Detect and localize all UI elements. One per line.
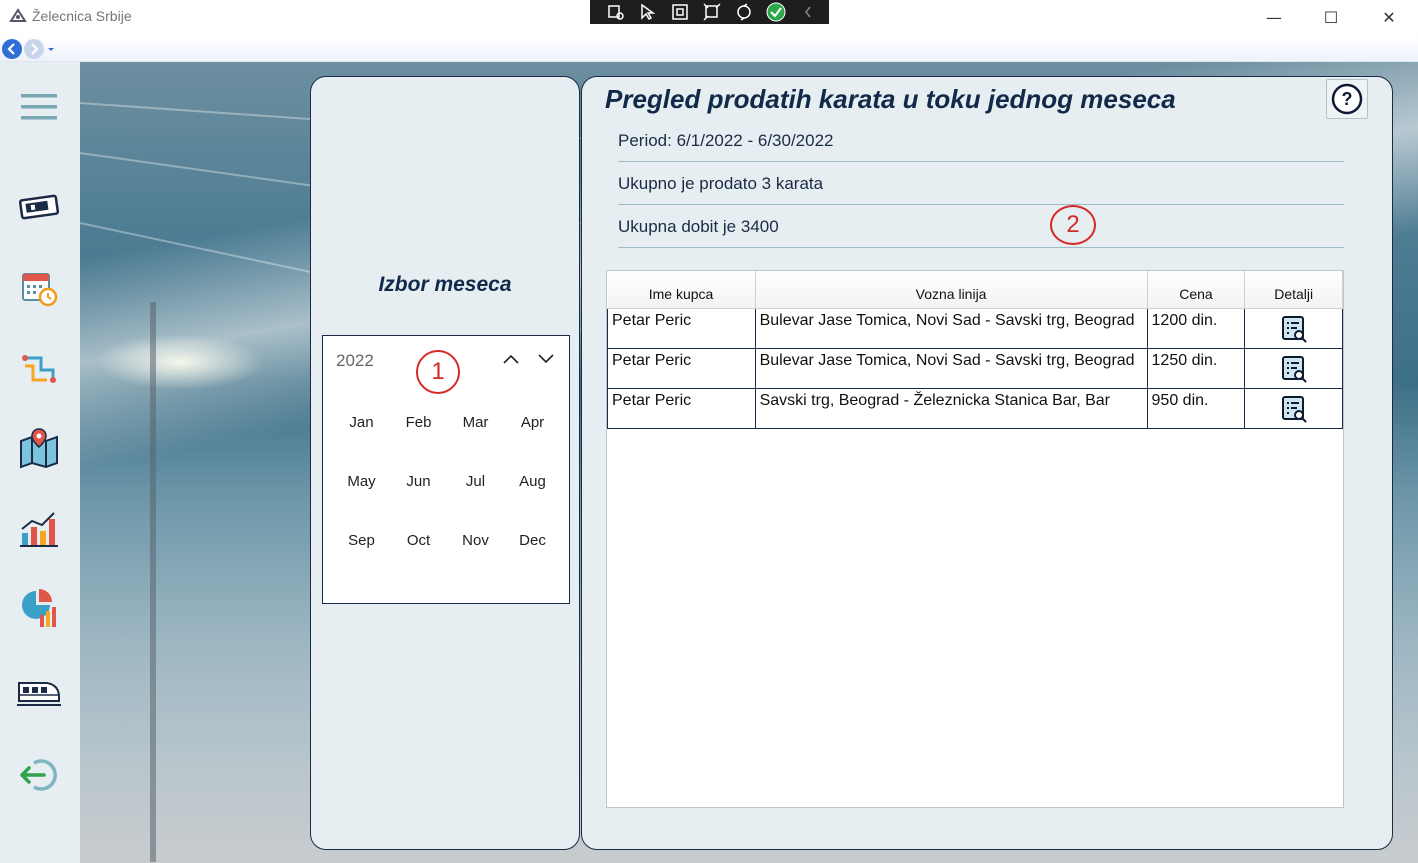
sales-report-panel: Pregled prodatih karata u toku jednog me… (581, 76, 1393, 850)
month-cell-oct[interactable]: Oct (390, 516, 447, 575)
help-button[interactable]: ? (1326, 79, 1368, 119)
month-cell-jun[interactable]: Jun (390, 457, 447, 516)
details-icon[interactable] (1280, 395, 1308, 427)
annotation-marker-2: 2 (1050, 205, 1096, 245)
details-cell (1244, 347, 1343, 389)
month-cell-nov[interactable]: Nov (447, 516, 504, 575)
forward-arrow-icon[interactable] (24, 39, 44, 59)
table-row[interactable]: Petar Peric Bulevar Jase Tomica, Novi Sa… (607, 347, 1343, 389)
column-header-line[interactable]: Vozna linija (755, 271, 1148, 309)
chevron-down-icon[interactable] (535, 348, 557, 370)
collapse-toolbar-icon[interactable] (796, 2, 820, 22)
month-grid: Jan Feb Mar Apr May Jun Jul Aug Sep Oct … (333, 398, 561, 575)
page-title: Pregled prodatih karata u toku jednog me… (605, 84, 1176, 114)
month-cell-may[interactable]: May (333, 457, 390, 516)
table-header-row: Ime kupca Vozna linija Cena Detalji (607, 271, 1343, 309)
train-icon[interactable] (16, 669, 62, 715)
back-arrow-icon[interactable] (2, 39, 22, 59)
calendar-clock-icon[interactable] (16, 265, 62, 311)
minimize-button[interactable]: — (1254, 4, 1294, 30)
month-cell-dec[interactable]: Dec (504, 516, 561, 575)
select-element-icon[interactable] (604, 2, 628, 22)
debug-toolbar (590, 0, 829, 24)
column-header-customer[interactable]: Ime kupca (607, 271, 756, 309)
price-cell: 1250 din. (1146, 347, 1246, 389)
frame-icon[interactable] (668, 2, 692, 22)
month-calendar: 2022 1 Jan Feb Mar Apr May Jun Jul Aug S… (322, 335, 570, 604)
month-picker-panel: Izbor meseca 2022 1 Jan Feb Mar Apr May … (310, 76, 580, 850)
period-label: Period: 6/1/2022 - 6/30/2022 (618, 119, 1344, 162)
pointer-icon[interactable] (636, 2, 660, 22)
layout-adorner-icon[interactable] (700, 2, 724, 22)
total-profit-label: Ukupna dobit je 3400 (618, 205, 1344, 248)
column-header-price[interactable]: Cena (1147, 271, 1246, 309)
window-title: Želecnica Srbije (32, 8, 132, 24)
help-label: ? (1342, 89, 1353, 109)
line-cell: Bulevar Jase Tomica, Novi Sad - Savski t… (754, 307, 1148, 349)
help-icon: ? (1331, 83, 1363, 115)
line-cell: Bulevar Jase Tomica, Novi Sad - Savski t… (754, 347, 1148, 389)
customer-cell: Petar Peric (607, 347, 756, 389)
customer-cell: Petar Peric (607, 387, 756, 429)
month-cell-feb[interactable]: Feb (390, 398, 447, 457)
details-cell (1244, 307, 1343, 349)
navigation-bar (0, 36, 1418, 62)
route-icon[interactable] (16, 345, 62, 391)
history-dropdown-icon[interactable] (46, 39, 56, 59)
sidebar (0, 62, 80, 863)
month-cell-jan[interactable]: Jan (333, 398, 390, 457)
table-row[interactable]: Petar Peric Bulevar Jase Tomica, Novi Sa… (607, 307, 1343, 349)
calendar-year-label[interactable]: 2022 (336, 351, 374, 371)
month-cell-jul[interactable]: Jul (447, 457, 504, 516)
month-cell-apr[interactable]: Apr (504, 398, 561, 457)
price-cell: 950 din. (1146, 387, 1246, 429)
maximize-button[interactable]: ☐ (1311, 4, 1351, 30)
hamburger-menu-icon[interactable] (16, 84, 62, 130)
details-cell (1244, 387, 1343, 429)
table-row[interactable]: Petar Peric Savski trg, Beograd - Železn… (607, 387, 1343, 429)
close-button[interactable]: ✕ (1369, 4, 1409, 30)
tickets-table: Ime kupca Vozna linija Cena Detalji Peta… (606, 270, 1344, 808)
total-sold-label: Ukupno je prodato 3 karata (618, 162, 1344, 205)
price-cell: 1200 din. (1146, 307, 1246, 349)
hot-reload-icon[interactable] (732, 2, 756, 22)
month-picker-title: Izbor meseca (378, 273, 512, 296)
details-icon[interactable] (1280, 315, 1308, 347)
chevron-up-icon[interactable] (500, 348, 522, 370)
logout-icon[interactable] (16, 752, 62, 798)
ticket-icon[interactable] (16, 184, 62, 230)
map-pin-icon[interactable] (16, 425, 62, 471)
check-status-icon[interactable] (764, 2, 788, 22)
pie-chart-report-icon[interactable] (16, 585, 62, 631)
column-header-details[interactable]: Detalji (1244, 271, 1343, 309)
app-logo-icon (8, 6, 28, 26)
bar-chart-icon[interactable] (16, 505, 62, 551)
details-icon[interactable] (1280, 355, 1308, 387)
month-cell-mar[interactable]: Mar (447, 398, 504, 457)
window-titlebar: Želecnica Srbije — ☐ ✕ (0, 0, 1418, 36)
annotation-marker-1: 1 (416, 350, 460, 394)
line-cell: Savski trg, Beograd - Železnicka Stanica… (754, 387, 1148, 429)
month-cell-sep[interactable]: Sep (333, 516, 390, 575)
customer-cell: Petar Peric (607, 307, 756, 349)
month-cell-aug[interactable]: Aug (504, 457, 561, 516)
